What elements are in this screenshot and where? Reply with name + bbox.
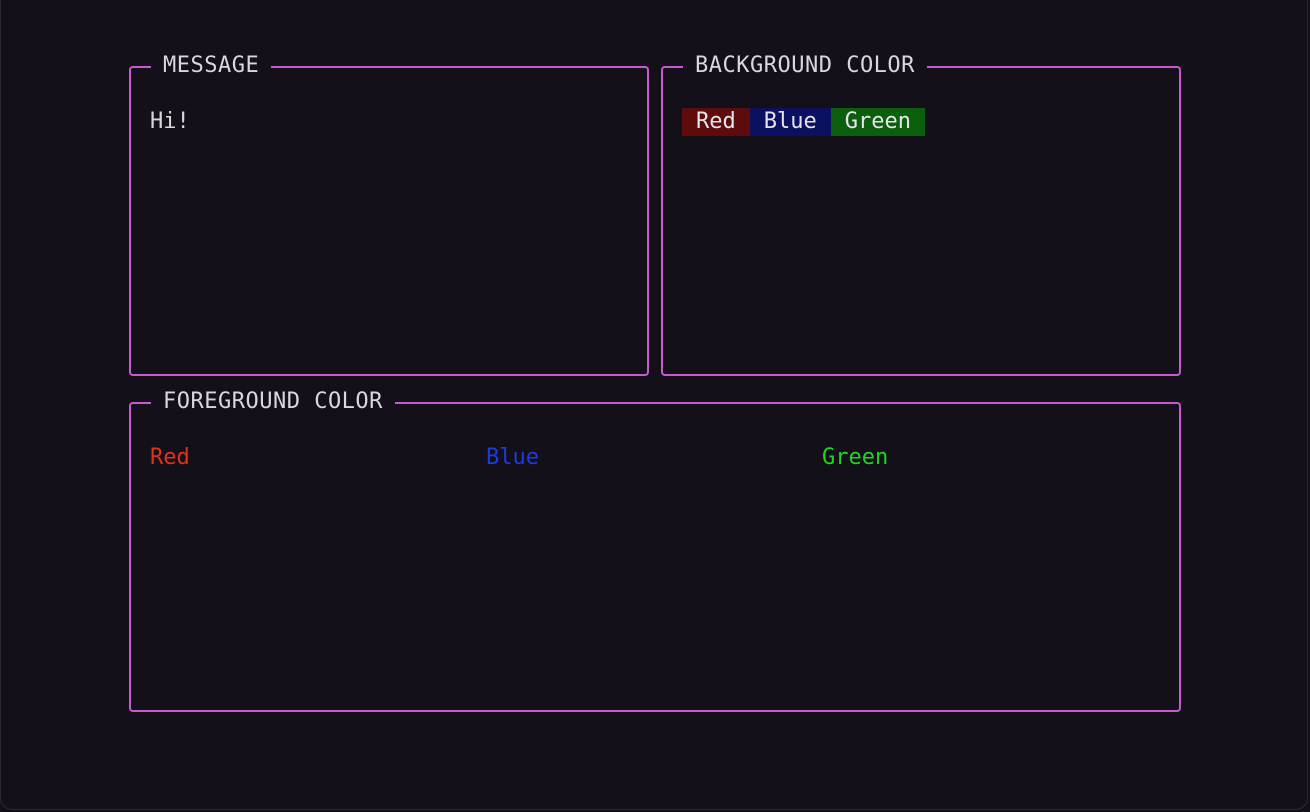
bg-option-blue[interactable]: Blue xyxy=(749,108,831,136)
message-panel: MESSAGE Hi! xyxy=(129,52,649,376)
background-color-panel: BACKGROUND COLOR Red Blue Green xyxy=(661,52,1181,376)
foreground-color-options: Red Blue Green xyxy=(150,444,1160,472)
bg-option-green[interactable]: Green xyxy=(830,108,925,136)
background-color-options: Red Blue Green xyxy=(682,108,925,136)
fg-option-green[interactable]: Green xyxy=(822,444,888,472)
background-color-panel-title: BACKGROUND COLOR xyxy=(683,52,927,80)
message-text: Hi! xyxy=(150,109,190,134)
message-panel-title: MESSAGE xyxy=(151,52,272,80)
bg-option-red[interactable]: Red xyxy=(682,108,750,136)
fg-option-blue[interactable]: Blue xyxy=(486,444,539,472)
foreground-color-panel-title: FOREGROUND COLOR xyxy=(151,388,395,416)
fg-option-red[interactable]: Red xyxy=(150,444,190,472)
foreground-color-panel: FOREGROUND COLOR Red Blue Green xyxy=(129,388,1181,712)
